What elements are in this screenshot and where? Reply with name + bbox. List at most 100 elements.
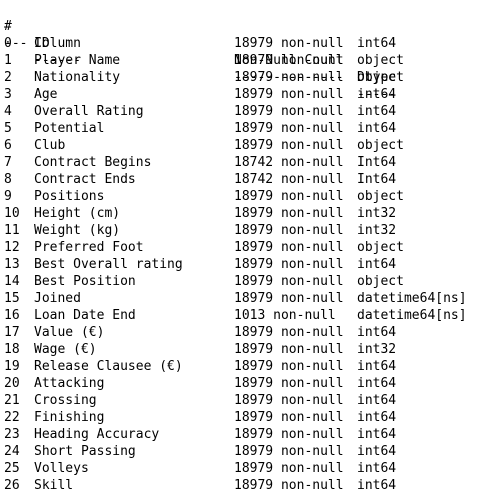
table-row: 4 Overall Rating 18979 non-null int64 — [4, 103, 480, 120]
table-row: 8 Contract Ends 18742 non-null Int64 — [4, 171, 480, 188]
row-non-null-count: 18979 non-null — [234, 410, 344, 425]
row-column-name: Height (cm) — [34, 206, 121, 221]
table-row: 18 Wage (€) 18979 non-null int32 — [4, 341, 480, 358]
table-row: 5 Potential 18979 non-null int64 — [4, 120, 480, 137]
row-non-null-count: 18979 non-null — [234, 478, 344, 493]
row-index: 11 — [4, 223, 20, 238]
row-index: 21 — [4, 393, 20, 408]
row-dtype: int64 — [357, 121, 397, 136]
table-row: 24 Short Passing 18979 non-null int64 — [4, 443, 480, 460]
row-column-name: Positions — [34, 189, 105, 204]
row-dtype: int64 — [357, 359, 397, 374]
row-column-name: Contract Begins — [34, 155, 152, 170]
table-row: 13 Best Overall rating 18979 non-null int64 — [4, 256, 480, 273]
row-index: 12 — [4, 240, 20, 255]
row-index: 9 — [4, 189, 12, 204]
row-column-name: Skill — [34, 478, 74, 493]
row-column-name: Club — [34, 138, 66, 153]
table-row: 21 Crossing 18979 non-null int64 — [4, 392, 480, 409]
table-row: 20 Attacking 18979 non-null int64 — [4, 375, 480, 392]
row-non-null-count: 18979 non-null — [234, 427, 344, 442]
row-dtype: int64 — [357, 36, 397, 51]
row-non-null-count: 18979 non-null — [234, 36, 344, 51]
row-non-null-count: 18979 non-null — [234, 376, 344, 391]
row-index: 23 — [4, 427, 20, 442]
row-dtype: int64 — [357, 444, 397, 459]
row-dtype: Int64 — [357, 172, 397, 187]
table-row: 26 Skill 18979 non-null int64 — [4, 477, 480, 494]
table-row: 1 Player Name 18979 non-null object — [4, 52, 480, 69]
row-column-name: Value (€) — [34, 325, 105, 340]
row-column-name: Short Passing — [34, 444, 136, 459]
row-non-null-count: 1013 non-null — [234, 308, 336, 323]
row-dtype: int64 — [357, 257, 397, 272]
row-dtype: object — [357, 240, 404, 255]
row-index: 3 — [4, 87, 12, 102]
row-index: 0 — [4, 36, 12, 51]
row-non-null-count: 18979 non-null — [234, 325, 344, 340]
table-row: 10 Height (cm) 18979 non-null int32 — [4, 205, 480, 222]
row-non-null-count: 18979 non-null — [234, 359, 344, 374]
table-row: 0 ID 18979 non-null int64 — [4, 35, 480, 52]
row-non-null-count: 18979 non-null — [234, 393, 344, 408]
row-non-null-count: 18979 non-null — [234, 223, 344, 238]
table-row: 2 Nationality 18979 non-null object — [4, 69, 480, 86]
row-column-name: Attacking — [34, 376, 105, 391]
table-row: 9 Positions 18979 non-null object — [4, 188, 480, 205]
row-dtype: int64 — [357, 325, 397, 340]
row-index: 20 — [4, 376, 20, 391]
row-column-name: Weight (kg) — [34, 223, 121, 238]
row-non-null-count: 18979 non-null — [234, 206, 344, 221]
row-index: 1 — [4, 53, 12, 68]
table-row: 22 Finishing 18979 non-null int64 — [4, 409, 480, 426]
table-row: 15 Joined 18979 non-null datetime64[ns] — [4, 290, 480, 307]
table-row: 7 Contract Begins 18742 non-null Int64 — [4, 154, 480, 171]
row-index: 8 — [4, 172, 12, 187]
row-column-name: Volleys — [34, 461, 89, 476]
row-non-null-count: 18979 non-null — [234, 53, 344, 68]
row-index: 26 — [4, 478, 20, 493]
row-dtype: int32 — [357, 342, 397, 357]
row-non-null-count: 18979 non-null — [234, 257, 344, 272]
table-row: 16 Loan Date End 1013 non-null datetime64[n… — [4, 307, 480, 324]
row-index: 13 — [4, 257, 20, 272]
row-index: 19 — [4, 359, 20, 374]
row-non-null-count: 18742 non-null — [234, 172, 344, 187]
table-row: 6 Club 18979 non-null object — [4, 137, 480, 154]
row-dtype: Int64 — [357, 155, 397, 170]
table-separator-row: --- ------ -------------- ----- — [4, 18, 480, 102]
row-dtype: object — [357, 70, 404, 85]
row-index: 6 — [4, 138, 12, 153]
row-index: 18 — [4, 342, 20, 357]
row-column-name: Best Overall rating — [34, 257, 183, 272]
row-index: 22 — [4, 410, 20, 425]
table-row: 25 Volleys 18979 non-null int64 — [4, 460, 480, 477]
row-index: 24 — [4, 444, 20, 459]
row-dtype: int64 — [357, 104, 397, 119]
table-row: 11 Weight (kg) 18979 non-null int32 — [4, 222, 480, 239]
row-non-null-count: 18979 non-null — [234, 291, 344, 306]
row-column-name: Potential — [34, 121, 105, 136]
row-column-name: Heading Accuracy — [34, 427, 160, 442]
dataframe-info-output: # Column Non-Null Count Dtype --- ------… — [4, 1, 480, 494]
row-column-name: Loan Date End — [34, 308, 136, 323]
table-row: 3 Age 18979 non-null int64 — [4, 86, 480, 103]
row-dtype: datetime64[ns] — [357, 291, 467, 306]
row-dtype: object — [357, 138, 404, 153]
row-index: 15 — [4, 291, 20, 306]
row-dtype: int64 — [357, 376, 397, 391]
row-non-null-count: 18979 non-null — [234, 104, 344, 119]
row-index: 7 — [4, 155, 12, 170]
row-index: 14 — [4, 274, 20, 289]
row-column-name: ID — [34, 36, 50, 51]
row-dtype: int64 — [357, 87, 397, 102]
row-non-null-count: 18979 non-null — [234, 70, 344, 85]
row-index: 10 — [4, 206, 20, 221]
row-non-null-count: 18979 non-null — [234, 240, 344, 255]
row-dtype: int64 — [357, 410, 397, 425]
row-column-name: Joined — [34, 291, 81, 306]
row-non-null-count: 18979 non-null — [234, 189, 344, 204]
row-non-null-count: 18979 non-null — [234, 342, 344, 357]
table-row: 14 Best Position 18979 non-null object — [4, 273, 480, 290]
row-column-name: Release Clausee (€) — [34, 359, 183, 374]
